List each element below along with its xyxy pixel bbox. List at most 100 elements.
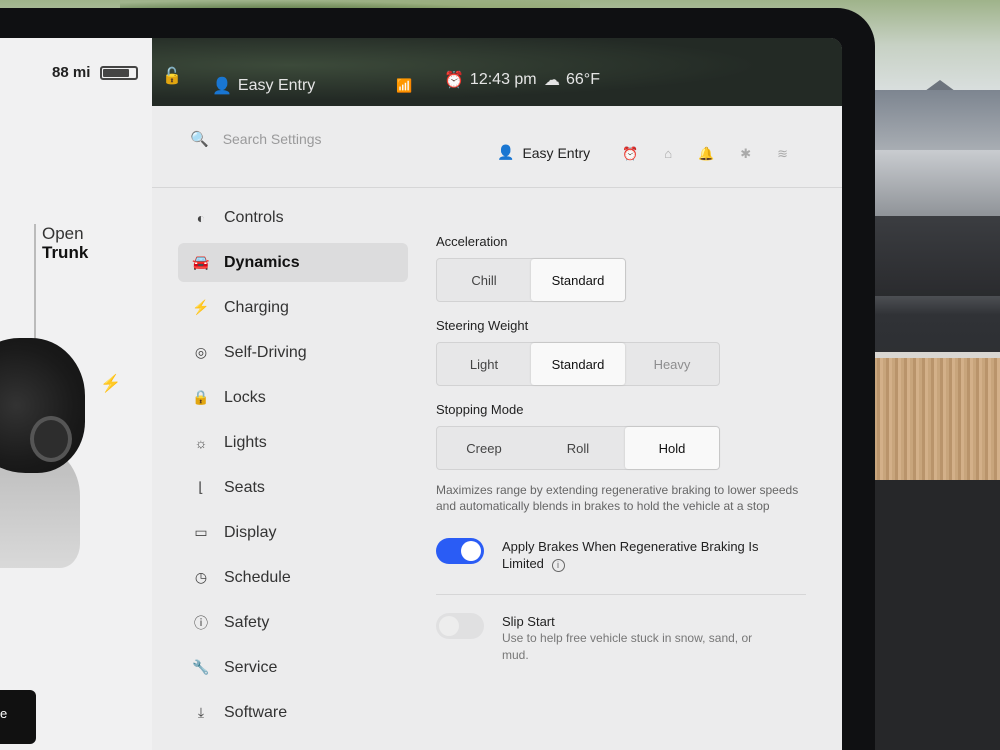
nav-item-label: Schedule [224, 568, 291, 586]
settings-header: 🔍 Search Settings 👤 Easy Entry ⏰ ⌂ 🔔 ✱ ≋ [152, 106, 842, 188]
nav-item-label: Service [224, 658, 278, 676]
wrench-icon: 🔧 [192, 659, 210, 675]
nav-item-label: Dynamics [224, 253, 300, 271]
profile-label: Easy Entry [522, 144, 591, 161]
charge-port-icon[interactable]: ⚡ [100, 374, 121, 394]
nav-item-lights[interactable]: ☼ Lights [178, 423, 408, 462]
stopping-option-hold[interactable]: Hold [625, 427, 719, 469]
battery-icon [100, 66, 138, 80]
trunk-line [34, 224, 36, 339]
status-profile[interactable]: 👤 Easy Entry [212, 76, 315, 96]
range-readout: 88 mi [52, 64, 91, 81]
stopping-mode-selector: Creep Roll Hold [436, 426, 720, 470]
status-time: ⏰ 12:43 pm [444, 70, 537, 90]
acceleration-label: Acceleration [436, 234, 508, 249]
slip-start-text: Slip Start Use to help free vehicle stuc… [502, 613, 772, 664]
person-icon: 👤 [212, 78, 232, 95]
alarm-icon[interactable]: ⏰ [622, 146, 638, 162]
nav-item-label: Locks [224, 388, 266, 406]
open-trunk-button[interactable]: Open Trunk [42, 224, 88, 262]
search-placeholder: Search Settings [222, 131, 322, 147]
car-icon: 🚘 [192, 254, 210, 270]
slip-start-label: Slip Start [502, 614, 555, 629]
steering-wheel-icon: ◎ [194, 344, 208, 360]
download-icon: ⤓ [197, 704, 205, 720]
nav-item-locks[interactable]: 🔒 Locks [178, 378, 408, 417]
dashboard [860, 216, 1000, 296]
search-settings[interactable]: 🔍 Search Settings [190, 130, 322, 148]
steering-weight-selector: Light Standard Heavy [436, 342, 720, 386]
steering-option-standard[interactable]: Standard [531, 343, 625, 385]
acceleration-option-standard[interactable]: Standard [531, 259, 625, 301]
nav-item-safety[interactable]: ⓘ Safety [178, 603, 408, 642]
battery-fill [103, 69, 129, 77]
person-icon: 👤 [497, 144, 515, 160]
wood-trim [865, 352, 1000, 480]
nav-item-seats[interactable]: ⌊ Seats [178, 468, 408, 507]
slip-start-description: Use to help free vehicle stuck in snow, … [502, 631, 753, 662]
nav-item-label: Self-Driving [224, 343, 307, 361]
clock-icon: ◷ [194, 569, 208, 585]
lock-status-icon[interactable]: 🔓 [162, 66, 182, 86]
trunk-label-trunk: Trunk [42, 243, 89, 262]
nav-item-dynamics[interactable]: 🚘 Dynamics [178, 243, 408, 282]
apply-brakes-label: Apply Brakes When Regenerative Braking I… [502, 539, 759, 571]
apply-brakes-row: Apply Brakes When Regenerative Braking I… [436, 538, 816, 572]
steering-option-light[interactable]: Light [437, 343, 531, 385]
vehicle-action-label: e [0, 706, 8, 721]
slip-start-row: Slip Start Use to help free vehicle stuc… [436, 613, 816, 664]
settings-nav: ◐ Controls 🚘 Dynamics ⚡ Charging ◎ Self-Driving… [178, 198, 408, 738]
touchscreen: 88 mi Open Trunk ⚡ e 🔓 👤 Easy Entry 📶 ⏰ … [0, 38, 842, 750]
nav-item-label: Seats [224, 478, 265, 496]
homelink-icon[interactable]: ⌂ [664, 146, 672, 162]
info-icon[interactable]: i [551, 559, 565, 572]
toggle-icon: ◐ [196, 209, 206, 226]
status-profile-label: Easy Entry [237, 77, 316, 94]
nav-item-label: Charging [224, 298, 289, 316]
toggle-knob [439, 616, 459, 636]
nav-item-display[interactable]: ▭ Display [178, 513, 408, 552]
vehicle-action-button[interactable]: e [0, 690, 36, 744]
stopping-mode-description: Maximizes range by extending regenerativ… [436, 483, 799, 513]
bluetooth-icon[interactable]: ✱ [740, 146, 751, 162]
search-icon: 🔍 [190, 131, 209, 148]
acceleration-option-chill[interactable]: Chill [437, 259, 531, 301]
bell-icon[interactable]: 🔔 [698, 146, 714, 162]
nav-item-label: Controls [224, 208, 284, 226]
slip-start-toggle[interactable] [436, 613, 484, 639]
nav-item-software[interactable]: ⤓ Software [178, 693, 408, 732]
stopping-option-roll[interactable]: Roll [531, 427, 625, 469]
steering-option-heavy[interactable]: Heavy [625, 343, 719, 385]
nav-item-label: Lights [224, 433, 267, 451]
stopping-option-creep[interactable]: Creep [437, 427, 531, 469]
apply-brakes-text: Apply Brakes When Regenerative Braking I… [502, 538, 772, 572]
status-bar: 🔓 👤 Easy Entry 📶 ⏰ 12:43 pm ☁ 66°F [152, 38, 842, 106]
trunk-label-open: Open [42, 224, 84, 243]
nav-item-self-driving[interactable]: ◎ Self-Driving [178, 333, 408, 372]
divider [436, 594, 806, 595]
lock-icon: 🔒 [192, 389, 210, 405]
nav-item-label: Safety [224, 613, 270, 631]
nav-item-service[interactable]: 🔧 Service [178, 648, 408, 687]
apply-brakes-toggle[interactable] [436, 538, 484, 564]
nav-item-label: Software [224, 703, 288, 721]
wifi-icon: 📶 [396, 78, 413, 93]
parked-cars [860, 150, 1000, 220]
nav-item-label: Display [224, 523, 277, 541]
driver-profile-button[interactable]: 👤 Easy Entry [497, 144, 590, 161]
sun-icon: ☼ [194, 434, 208, 451]
nav-item-schedule[interactable]: ◷ Schedule [178, 558, 408, 597]
bolt-icon: ⚡ [192, 299, 210, 315]
settings-panel: 🔍 Search Settings 👤 Easy Entry ⏰ ⌂ 🔔 ✱ ≋… [152, 106, 842, 750]
display-icon: ▭ [194, 524, 208, 540]
alert-icon: ⓘ [194, 614, 208, 631]
status-weather: ☁ 66°F [544, 70, 600, 90]
wifi-icon[interactable]: ≋ [777, 146, 788, 162]
vehicle-panel: 88 mi Open Trunk ⚡ e [0, 38, 152, 750]
toggle-knob [461, 541, 481, 561]
acceleration-selector: Chill Standard [436, 258, 626, 302]
dashboard-lower [865, 480, 1000, 750]
nav-item-charging[interactable]: ⚡ Charging [178, 288, 408, 327]
nav-item-controls[interactable]: ◐ Controls [178, 198, 408, 237]
alarm-icon: ⏰ [444, 72, 464, 89]
